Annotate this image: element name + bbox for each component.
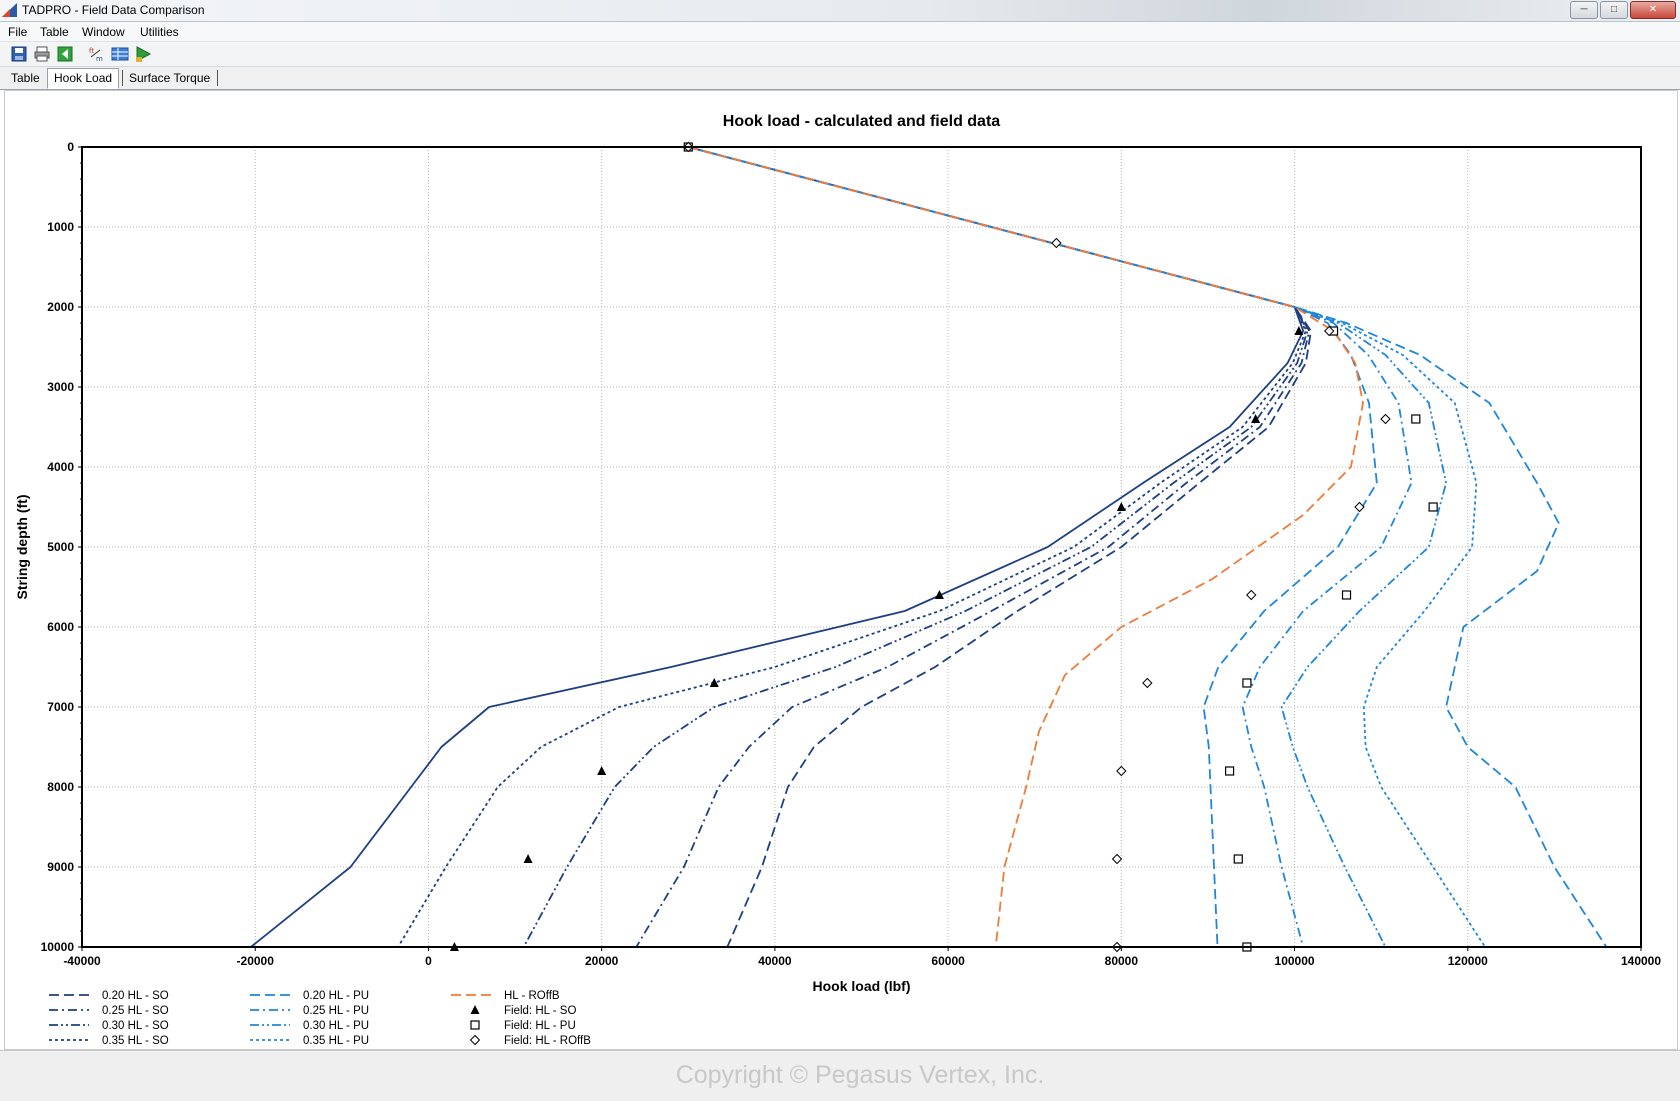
x-tick-label: 100000: [1275, 954, 1315, 968]
hook-load-chart: -40000 -20000 0 20000 40000 60000 80000 100000 1…: [14, 113, 1661, 1047]
window-title: TADPRO - Field Data Comparison: [22, 3, 205, 17]
x-axis-label: Hook load (lbf): [813, 978, 911, 994]
tab-table[interactable]: Table: [5, 69, 46, 88]
legend-label: 0.20 HL - SO: [102, 990, 169, 1002]
series-line-7: [688, 147, 1447, 947]
field-point-diamond: [1051, 237, 1062, 249]
field-point-triangle: [523, 854, 533, 863]
x-tick-label: 120000: [1448, 954, 1488, 968]
chart-title: Hook load - calculated and field data: [723, 113, 1000, 130]
y-tick-label: 5000: [47, 540, 74, 554]
legend: 0.20 HL - SO 0.25 HL - SO 0.30 HL - SO 0.35…: [49, 990, 591, 1047]
y-tick-label: 8000: [47, 780, 74, 794]
legend-marker-square: [470, 1020, 480, 1030]
y-tick-label: 6000: [47, 620, 74, 634]
x-tick-label: 80000: [1105, 954, 1139, 968]
copyright-text: Copyright © Pegasus Vertex, Inc.: [675, 1061, 1045, 1089]
x-tick-label: 20000: [585, 954, 619, 968]
window-controls: ─ □ ✕: [1570, 1, 1676, 19]
field-point-diamond: [1246, 589, 1257, 601]
legend-label: 0.30 HL - PU: [303, 1020, 369, 1032]
y-tick-label: 1000: [47, 220, 74, 234]
legend-label: 0.25 HL - SO: [102, 1005, 169, 1017]
series-line-8: [688, 147, 1486, 947]
unit-convert-icon[interactable]: ft m: [88, 45, 106, 63]
legend-label: 0.30 HL - SO: [102, 1020, 169, 1032]
field-point-square: [1428, 502, 1438, 512]
legend-marker-triangle: [470, 1005, 480, 1014]
y-axis-label: String depth (ft): [14, 495, 30, 600]
minimize-button[interactable]: ─: [1570, 1, 1598, 19]
field-point-square: [1242, 678, 1252, 688]
y-tick-label: 0: [67, 140, 74, 154]
y-tick-label: 10000: [41, 940, 75, 954]
menu-bar: File Table Window Utilities: [0, 22, 1680, 42]
svg-text:m: m: [96, 55, 103, 63]
legend-label: Field: HL - PU: [504, 1020, 576, 1032]
x-tick-label: -20000: [237, 954, 275, 968]
legend-label: 0.20 HL - PU: [303, 990, 369, 1002]
field-point-diamond: [1116, 765, 1127, 777]
menu-window[interactable]: Window: [82, 25, 125, 39]
tab-strip: Table Hook Load Surface Torque: [0, 67, 1680, 90]
tab-hook-load[interactable]: Hook Load: [47, 68, 120, 89]
footer: Copyright © Pegasus Vertex, Inc.: [0, 1050, 1680, 1101]
field-point-square: [1411, 414, 1421, 424]
y-tick-label: 7000: [47, 700, 74, 714]
legend-label: HL - ROffB: [504, 990, 560, 1002]
plot-frame: [81, 146, 1642, 948]
print-icon[interactable]: [33, 45, 51, 63]
menu-utilities[interactable]: Utilities: [140, 25, 179, 39]
tab-surface-torque[interactable]: Surface Torque: [123, 69, 216, 88]
field-point-square: [1233, 854, 1243, 864]
menu-table[interactable]: Table: [40, 25, 69, 39]
chart-panel: -40000 -20000 0 20000 40000 60000 80000 100000 1…: [4, 90, 1678, 1050]
field-point-triangle: [597, 766, 607, 775]
legend-label: 0.35 HL - SO: [102, 1035, 169, 1047]
menu-file[interactable]: File: [8, 25, 27, 39]
y-tick-label: 9000: [47, 860, 74, 874]
run-icon[interactable]: [134, 45, 152, 63]
svg-text:ft: ft: [89, 47, 94, 55]
series-line-3: [397, 147, 1307, 947]
y-tick-label: 3000: [47, 380, 74, 394]
tab-separator: [217, 70, 218, 86]
app-icon: [2, 3, 17, 17]
legend-label: 0.35 HL - PU: [303, 1035, 369, 1047]
maximize-button[interactable]: □: [1600, 1, 1628, 19]
y-tick-label: 2000: [47, 300, 74, 314]
field-point-square: [1224, 766, 1235, 776]
legend-marker-diamond: [469, 1034, 481, 1046]
x-tick-label: 0: [425, 954, 432, 968]
legend-label: Field: HL - ROffB: [504, 1035, 591, 1047]
x-tick-label: 40000: [758, 954, 792, 968]
toolbar: ft m: [0, 42, 1680, 67]
field-point-diamond: [1354, 501, 1365, 513]
field-point-square: [1341, 590, 1352, 600]
x-tick-label: 140000: [1621, 954, 1661, 968]
save-icon[interactable]: [10, 45, 28, 63]
legend-label: 0.25 HL - PU: [303, 1005, 369, 1017]
series-line-1: [635, 147, 1311, 947]
y-tick-label: 4000: [47, 460, 74, 474]
field-point-triangle: [1116, 502, 1126, 511]
legend-label: Field: HL - SO: [504, 1005, 576, 1017]
back-arrow-icon[interactable]: [56, 45, 74, 63]
field-point-diamond: [1380, 413, 1391, 425]
title-bar: TADPRO - Field Data Comparison ─ □ ✕: [0, 0, 1680, 22]
x-tick-label: 60000: [931, 954, 965, 968]
table-view-icon[interactable]: [111, 45, 129, 63]
field-point-diamond: [1142, 677, 1153, 689]
close-button[interactable]: ✕: [1630, 1, 1676, 19]
field-point-diamond: [1111, 853, 1123, 865]
x-tick-label: -40000: [63, 954, 101, 968]
